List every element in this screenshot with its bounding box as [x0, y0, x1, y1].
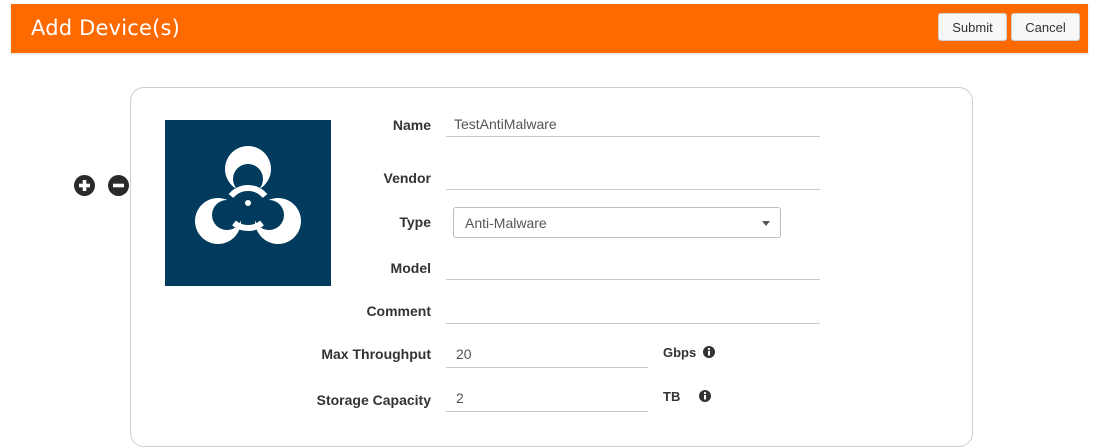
type-select-value: Anti-Malware: [465, 215, 547, 231]
storage-capacity-field[interactable]: [446, 385, 648, 412]
info-icon[interactable]: [703, 346, 715, 358]
comment-field[interactable]: [446, 297, 820, 324]
storage-capacity-unit: TB: [663, 389, 681, 404]
name-label: Name: [392, 117, 431, 133]
vendor-label: Vendor: [383, 170, 431, 186]
minus-circle-icon[interactable]: [108, 175, 129, 196]
model-label: Model: [390, 260, 431, 276]
model-field[interactable]: [446, 254, 820, 280]
info-icon[interactable]: [699, 390, 711, 402]
submit-button[interactable]: Submit: [938, 13, 1007, 41]
comment-label: Comment: [366, 303, 431, 319]
name-field[interactable]: [446, 112, 820, 137]
type-select[interactable]: Anti-Malware: [453, 207, 781, 238]
vendor-field[interactable]: [446, 164, 820, 190]
page-title: Add Device(s): [31, 16, 181, 40]
type-label: Type: [399, 214, 431, 230]
max-throughput-field[interactable]: [446, 341, 648, 368]
cancel-button[interactable]: Cancel: [1011, 13, 1080, 41]
chevron-down-icon: [762, 221, 770, 226]
max-throughput-unit: Gbps: [663, 345, 697, 360]
header-bar: Add Device(s) Submit Cancel: [11, 4, 1088, 53]
plus-circle-icon[interactable]: [74, 175, 95, 196]
max-throughput-label: Max Throughput: [321, 346, 431, 362]
storage-capacity-label: Storage Capacity: [316, 392, 431, 408]
